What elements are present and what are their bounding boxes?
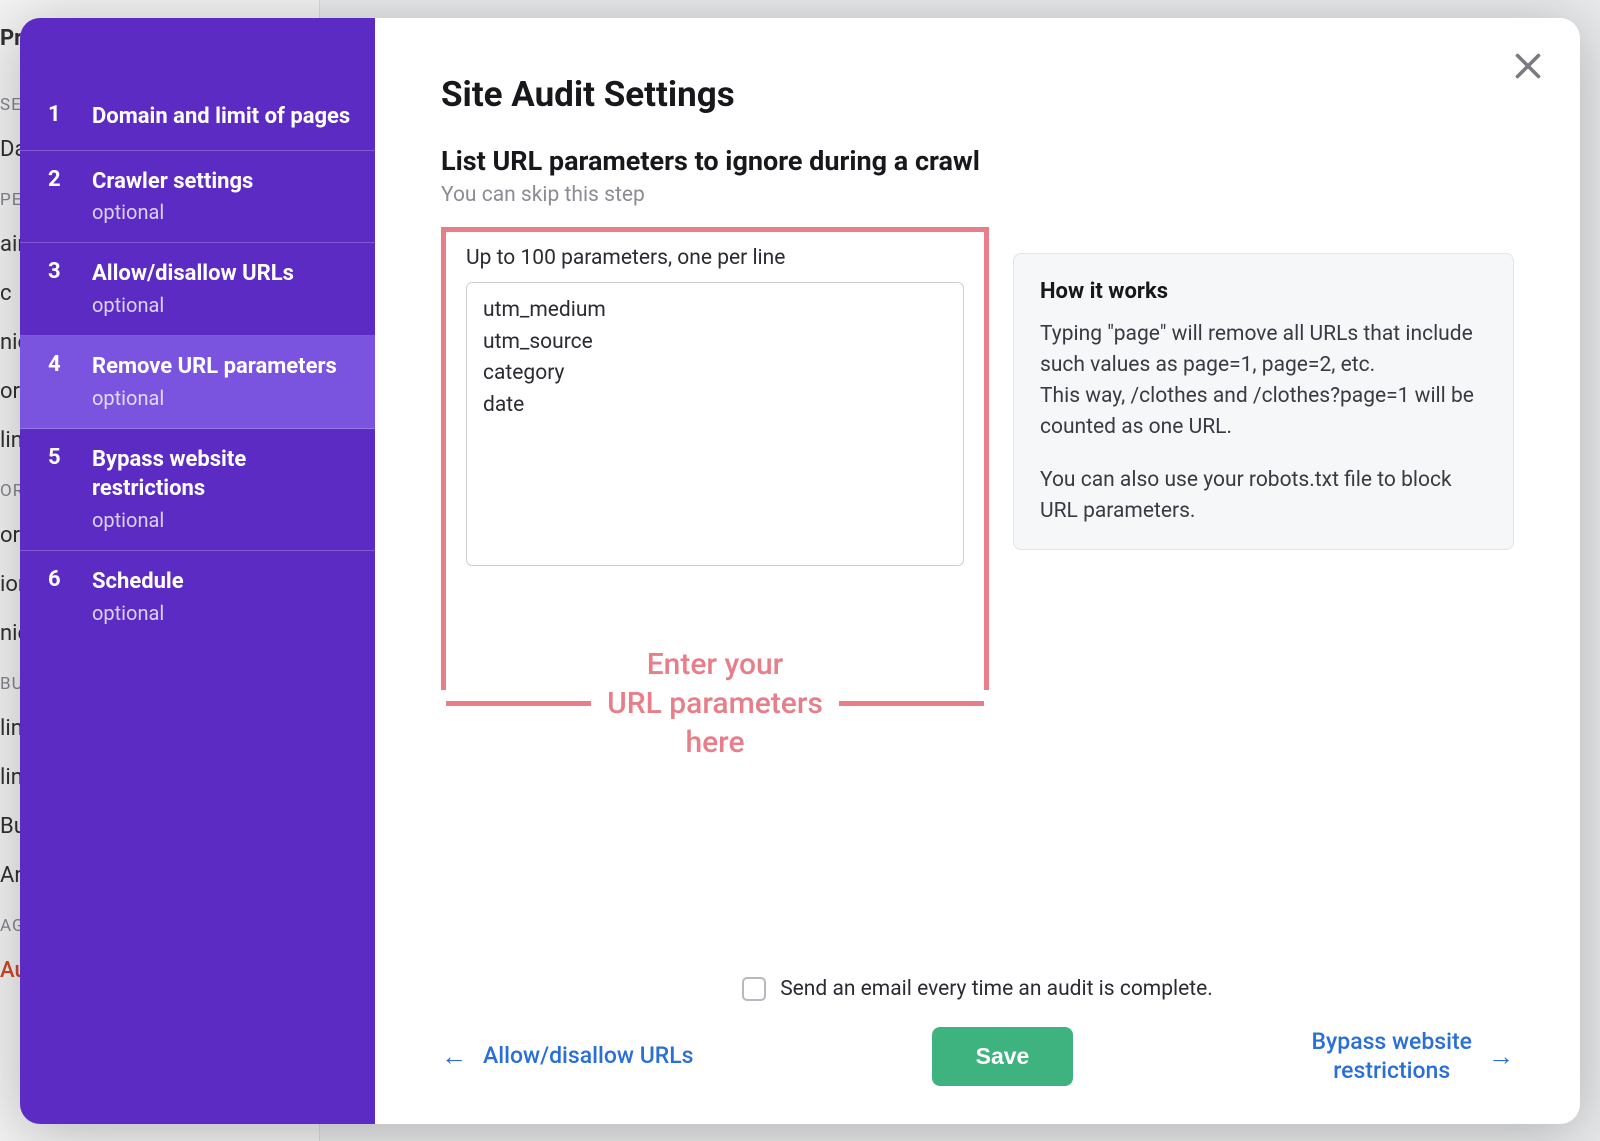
step-number: 4 (48, 352, 68, 410)
step-optional: optional (92, 293, 353, 317)
arrow-right-icon: → (1488, 1044, 1514, 1070)
step-allow-disallow-urls[interactable]: 3 Allow/disallow URLs optional (20, 243, 375, 336)
step-number: 5 (48, 445, 68, 532)
close-icon[interactable] (1510, 48, 1546, 84)
step-title: Crawler settings (92, 167, 353, 197)
steps-sidebar: 1 Domain and limit of pages 2 Crawler se… (20, 18, 375, 1124)
help-paragraph: You can also use your robots.txt file to… (1040, 465, 1487, 527)
arrow-left-icon: ← (441, 1044, 467, 1070)
modal-footer: Send an email every time an audit is com… (441, 977, 1514, 1094)
modal-title: Site Audit Settings (441, 74, 1514, 115)
step-number: 1 (48, 102, 68, 132)
step-optional: optional (92, 200, 353, 224)
step-number: 3 (48, 259, 68, 317)
step-title: Schedule (92, 567, 353, 597)
save-button[interactable]: Save (932, 1027, 1074, 1086)
step-crawler-settings[interactable]: 2 Crawler settings optional (20, 151, 375, 244)
step-optional: optional (92, 386, 353, 410)
url-parameters-input[interactable] (466, 282, 964, 566)
step-bypass-restrictions[interactable]: 5 Bypass website restrictions optional (20, 429, 375, 551)
section-heading: List URL parameters to ignore during a c… (441, 145, 1514, 177)
help-paragraph: Typing "page" will remove all URLs that … (1040, 319, 1487, 443)
next-step-link[interactable]: Bypass website restrictions → (1311, 1028, 1514, 1086)
step-optional: optional (92, 508, 353, 532)
prev-step-label: Allow/disallow URLs (483, 1042, 693, 1071)
next-step-label: Bypass website restrictions (1311, 1028, 1472, 1086)
email-checkbox-label: Send an email every time an audit is com… (780, 977, 1213, 1001)
step-title: Bypass website restrictions (92, 445, 353, 504)
step-number: 2 (48, 167, 68, 225)
step-title: Allow/disallow URLs (92, 259, 353, 289)
callout-caption-text: Enter your URL parameters here (591, 645, 839, 762)
modal-content: Site Audit Settings List URL parameters … (375, 18, 1580, 1124)
step-title: Remove URL parameters (92, 352, 353, 382)
step-title: Domain and limit of pages (92, 102, 353, 132)
settings-modal: 1 Domain and limit of pages 2 Crawler se… (20, 18, 1580, 1124)
callout-caption: Enter your URL parameters here (446, 645, 984, 762)
help-panel: How it works Typing "page" will remove a… (1013, 253, 1514, 550)
step-number: 6 (48, 567, 68, 625)
email-checkbox[interactable] (742, 977, 766, 1001)
step-optional: optional (92, 601, 353, 625)
step-remove-url-parameters[interactable]: 4 Remove URL parameters optional (20, 336, 375, 429)
prev-step-link[interactable]: ← Allow/disallow URLs (441, 1042, 693, 1071)
step-domain-limit[interactable]: 1 Domain and limit of pages (20, 86, 375, 151)
help-title: How it works (1040, 276, 1487, 309)
parameters-label: Up to 100 parameters, one per line (466, 246, 964, 270)
parameters-callout: Up to 100 parameters, one per line Enter… (441, 227, 989, 690)
step-schedule[interactable]: 6 Schedule optional (20, 551, 375, 643)
section-subtext: You can skip this step (441, 183, 1514, 207)
